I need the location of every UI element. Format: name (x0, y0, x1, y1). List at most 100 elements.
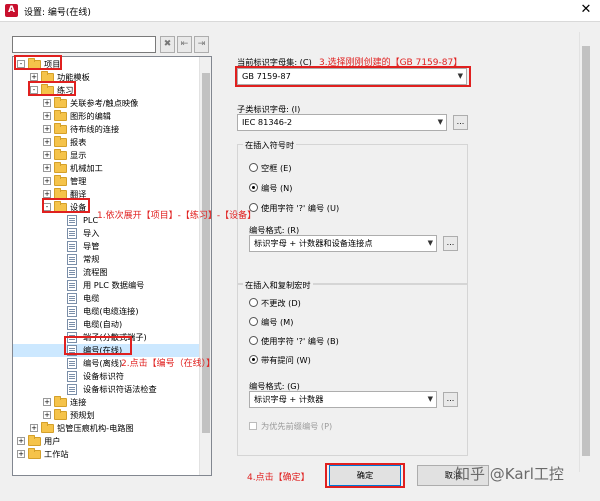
tree-scrollbar-thumb[interactable] (202, 73, 210, 433)
sub-set-value: IEC 81346-2 (242, 117, 293, 127)
tree-item-dianlanzd[interactable]: 电缆(自动) (13, 318, 199, 331)
import-button[interactable]: ⇤ (177, 36, 192, 53)
tree-item-baobiao[interactable]: + 报表 (13, 136, 199, 149)
folder-icon (28, 435, 41, 446)
tree-scrollbar[interactable] (199, 57, 211, 475)
expand-icon[interactable]: + (43, 411, 51, 419)
expand-icon[interactable]: + (17, 437, 25, 445)
page-icon (67, 293, 77, 304)
insert-format-combo[interactable]: 标识字母 + 计数器和设备连接点 ▼ (249, 235, 437, 252)
chevron-down-icon: ▼ (427, 395, 433, 403)
copy_group-radio-3[interactable] (249, 355, 258, 364)
insert-symbol-group-title: 在插入符号时 (243, 139, 297, 151)
tree-item-daoru[interactable]: 导入 (13, 227, 199, 240)
expand-icon[interactable]: + (43, 112, 51, 120)
insert_group-radio-label-2: 使用字符 '?' 编号 (U) (261, 203, 340, 213)
macro-format-combo[interactable]: 标识字母 + 计数器 ▼ (249, 391, 437, 408)
prefix-numbering-checkbox[interactable] (249, 422, 257, 430)
tree-item-liucheng[interactable]: 流程图 (13, 266, 199, 279)
expand-icon[interactable]: + (30, 424, 38, 432)
expand-icon[interactable]: + (43, 151, 51, 159)
tree-item-label: 导入 (83, 228, 100, 238)
copy_group-radio-1[interactable] (249, 317, 258, 326)
page-icon (67, 319, 77, 330)
tree-item-label: 预规划 (70, 410, 95, 420)
export-button[interactable]: ⇥ (194, 36, 209, 53)
copy_group-radio-2[interactable] (249, 336, 258, 345)
tree-item-guanlian[interactable]: + 关联参考/触点映像 (13, 97, 199, 110)
tree-item-label: 流程图 (83, 267, 108, 277)
tree-item-daoguan[interactable]: 导管 (13, 240, 199, 253)
copy_group-radio-label-3: 带有提问 (W) (261, 355, 311, 365)
tree-item-dianlan[interactable]: 电缆 (13, 292, 199, 305)
insert_group-radio-1[interactable] (249, 183, 258, 192)
expand-icon[interactable]: + (17, 450, 25, 458)
insert-format-dots-button[interactable]: ... (443, 236, 458, 251)
tree-item-label: 工作站 (44, 449, 69, 459)
folder-icon (54, 110, 67, 121)
expand-icon[interactable]: + (43, 125, 51, 133)
chevron-down-icon: ▼ (427, 239, 433, 247)
folder-icon (54, 396, 67, 407)
tree-item-tuxing[interactable]: + 图形的编辑 (13, 110, 199, 123)
folder-icon (41, 422, 54, 433)
expand-icon[interactable]: + (43, 177, 51, 185)
tree-item-zhaoguan[interactable]: + 铝管压痕机构-电路图 (13, 422, 199, 435)
folder-icon (54, 162, 67, 173)
tree-item-label: 管理 (70, 176, 87, 186)
expand-icon[interactable]: + (30, 73, 38, 81)
expand-icon[interactable]: + (43, 138, 51, 146)
settings-scrollbar[interactable] (579, 32, 591, 472)
expand-icon[interactable]: + (43, 398, 51, 406)
tree-item-xianshi[interactable]: + 显示 (13, 149, 199, 162)
tree-item-fanyi[interactable]: + 翻译 (13, 188, 199, 201)
tree-item-label: PLC (83, 215, 99, 225)
tree-item-jixie[interactable]: + 机械加工 (13, 162, 199, 175)
prefix-numbering-label: 为优先前缀编号 (P) (261, 421, 333, 431)
tree-item-daibuxian[interactable]: + 待布线的连接 (13, 123, 199, 136)
tree-item-guanli[interactable]: + 管理 (13, 175, 199, 188)
copy_group-radio-label-1: 编号 (M) (261, 317, 294, 327)
page-icon (67, 306, 77, 317)
expand-icon[interactable]: + (43, 164, 51, 172)
insert-format-value: 标识字母 + 计数器和设备连接点 (254, 238, 373, 248)
tree-item-shebeibsyf[interactable]: 设备标识符语法检查 (13, 383, 199, 396)
tree-item-yuguihua[interactable]: + 预规划 (13, 409, 199, 422)
copy_group-radio-0[interactable] (249, 298, 258, 307)
sub-set-dots-button[interactable]: ... (453, 115, 468, 130)
page-icon (67, 384, 77, 395)
tree-item-label: 用户 (44, 436, 61, 446)
watermark: 知乎 @Karl工控 (455, 465, 564, 483)
step3-annotation: 3.选择刚刚创建的【GB 7159-87】 (319, 58, 463, 68)
insert_group-radio-label-0: 空框 (E) (261, 163, 292, 173)
tree-item-yongplc[interactable]: 用 PLC 数据编号 (13, 279, 199, 292)
expand-icon[interactable]: + (43, 190, 51, 198)
tree-item-changgui[interactable]: 常规 (13, 253, 199, 266)
tree-item-shebeibs[interactable]: 设备标识符 (13, 370, 199, 383)
tree-item-label: 用 PLC 数据编号 (83, 280, 145, 290)
title-bar: A 设置: 编号(在线) ✕ (0, 0, 600, 22)
step2-annotation: 2.点击【编号（在线）】 (121, 359, 216, 369)
copy_group-radio-label-2: 使用字符 '?' 编号 (B) (261, 336, 339, 346)
tree-item-dianlanlj[interactable]: 电缆(电缆连接) (13, 305, 199, 318)
chevron-down-icon: ▼ (437, 118, 443, 126)
settings-scrollbar-thumb[interactable] (582, 46, 590, 456)
tree-item-label: 电缆 (83, 293, 100, 303)
insert_group-radio-0[interactable] (249, 163, 258, 172)
highlight-project (14, 55, 62, 70)
tree-item-yonghu[interactable]: + 用户 (13, 435, 199, 448)
clear-filter-button[interactable]: ✖ (160, 36, 175, 53)
tree-item-lianjie[interactable]: + 连接 (13, 396, 199, 409)
tree-item-label: 显示 (70, 150, 87, 160)
filter-input[interactable] (12, 36, 156, 53)
close-icon[interactable]: ✕ (578, 2, 594, 18)
macro-format-dots-button[interactable]: ... (443, 392, 458, 407)
sub-set-combo[interactable]: IEC 81346-2 ▼ (237, 114, 447, 131)
expand-icon[interactable]: + (43, 99, 51, 107)
highlight-device (42, 198, 90, 213)
page-icon (67, 228, 77, 239)
tree-item-label: 铝管压痕机构-电路图 (57, 423, 134, 433)
tree-item-label: 连接 (70, 397, 87, 407)
highlight-ok-button (325, 463, 405, 488)
tree-item-gongzuozhan[interactable]: + 工作站 (13, 448, 199, 461)
